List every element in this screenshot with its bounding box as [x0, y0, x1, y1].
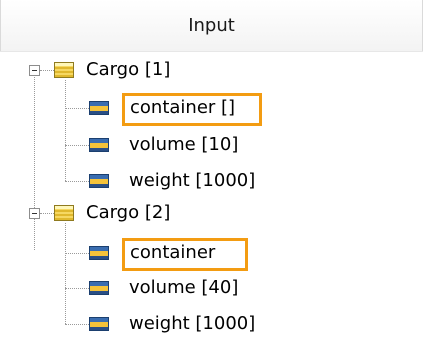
column-header-label: Input	[188, 15, 235, 36]
tree-node-child-label[interactable]: weight [1000]	[129, 313, 255, 335]
tree-node-child-label[interactable]: weight [1000]	[129, 170, 255, 192]
tree-node-child-label[interactable]: container []	[130, 97, 235, 119]
tree-connector	[65, 181, 89, 182]
tree-connector	[65, 288, 89, 289]
column-header-input[interactable]: Input	[0, 0, 423, 52]
input-tree-panel: Input Cargo [1] container [] volume [10]…	[0, 0, 423, 339]
attribute-icon	[89, 101, 109, 115]
tree-connector	[65, 145, 89, 146]
tree-node-child-label[interactable]: volume [40]	[129, 277, 238, 299]
tree-connector	[65, 253, 89, 254]
tree-connector-root	[34, 70, 35, 250]
attribute-icon	[89, 317, 109, 331]
tree-node-child-label[interactable]: volume [10]	[129, 134, 238, 156]
class-icon	[54, 62, 74, 78]
tree-connector-group-2	[65, 223, 66, 324]
class-icon	[54, 205, 74, 221]
tree-node-group-label[interactable]: Cargo [1]	[86, 59, 170, 81]
tree-connector	[65, 108, 89, 109]
tree-connector	[40, 213, 54, 214]
tree-node-child-label[interactable]: container	[130, 242, 215, 264]
collapse-toggle-icon[interactable]	[29, 65, 40, 76]
tree-connector-group-1	[65, 80, 66, 181]
tree-connector	[65, 324, 89, 325]
attribute-icon	[89, 138, 109, 152]
attribute-icon	[89, 246, 109, 260]
attribute-icon	[89, 281, 109, 295]
attribute-icon	[89, 174, 109, 188]
collapse-toggle-icon[interactable]	[29, 208, 40, 219]
tree-connector	[40, 70, 54, 71]
header-divider	[0, 51, 423, 52]
tree-node-group-label[interactable]: Cargo [2]	[86, 202, 170, 224]
